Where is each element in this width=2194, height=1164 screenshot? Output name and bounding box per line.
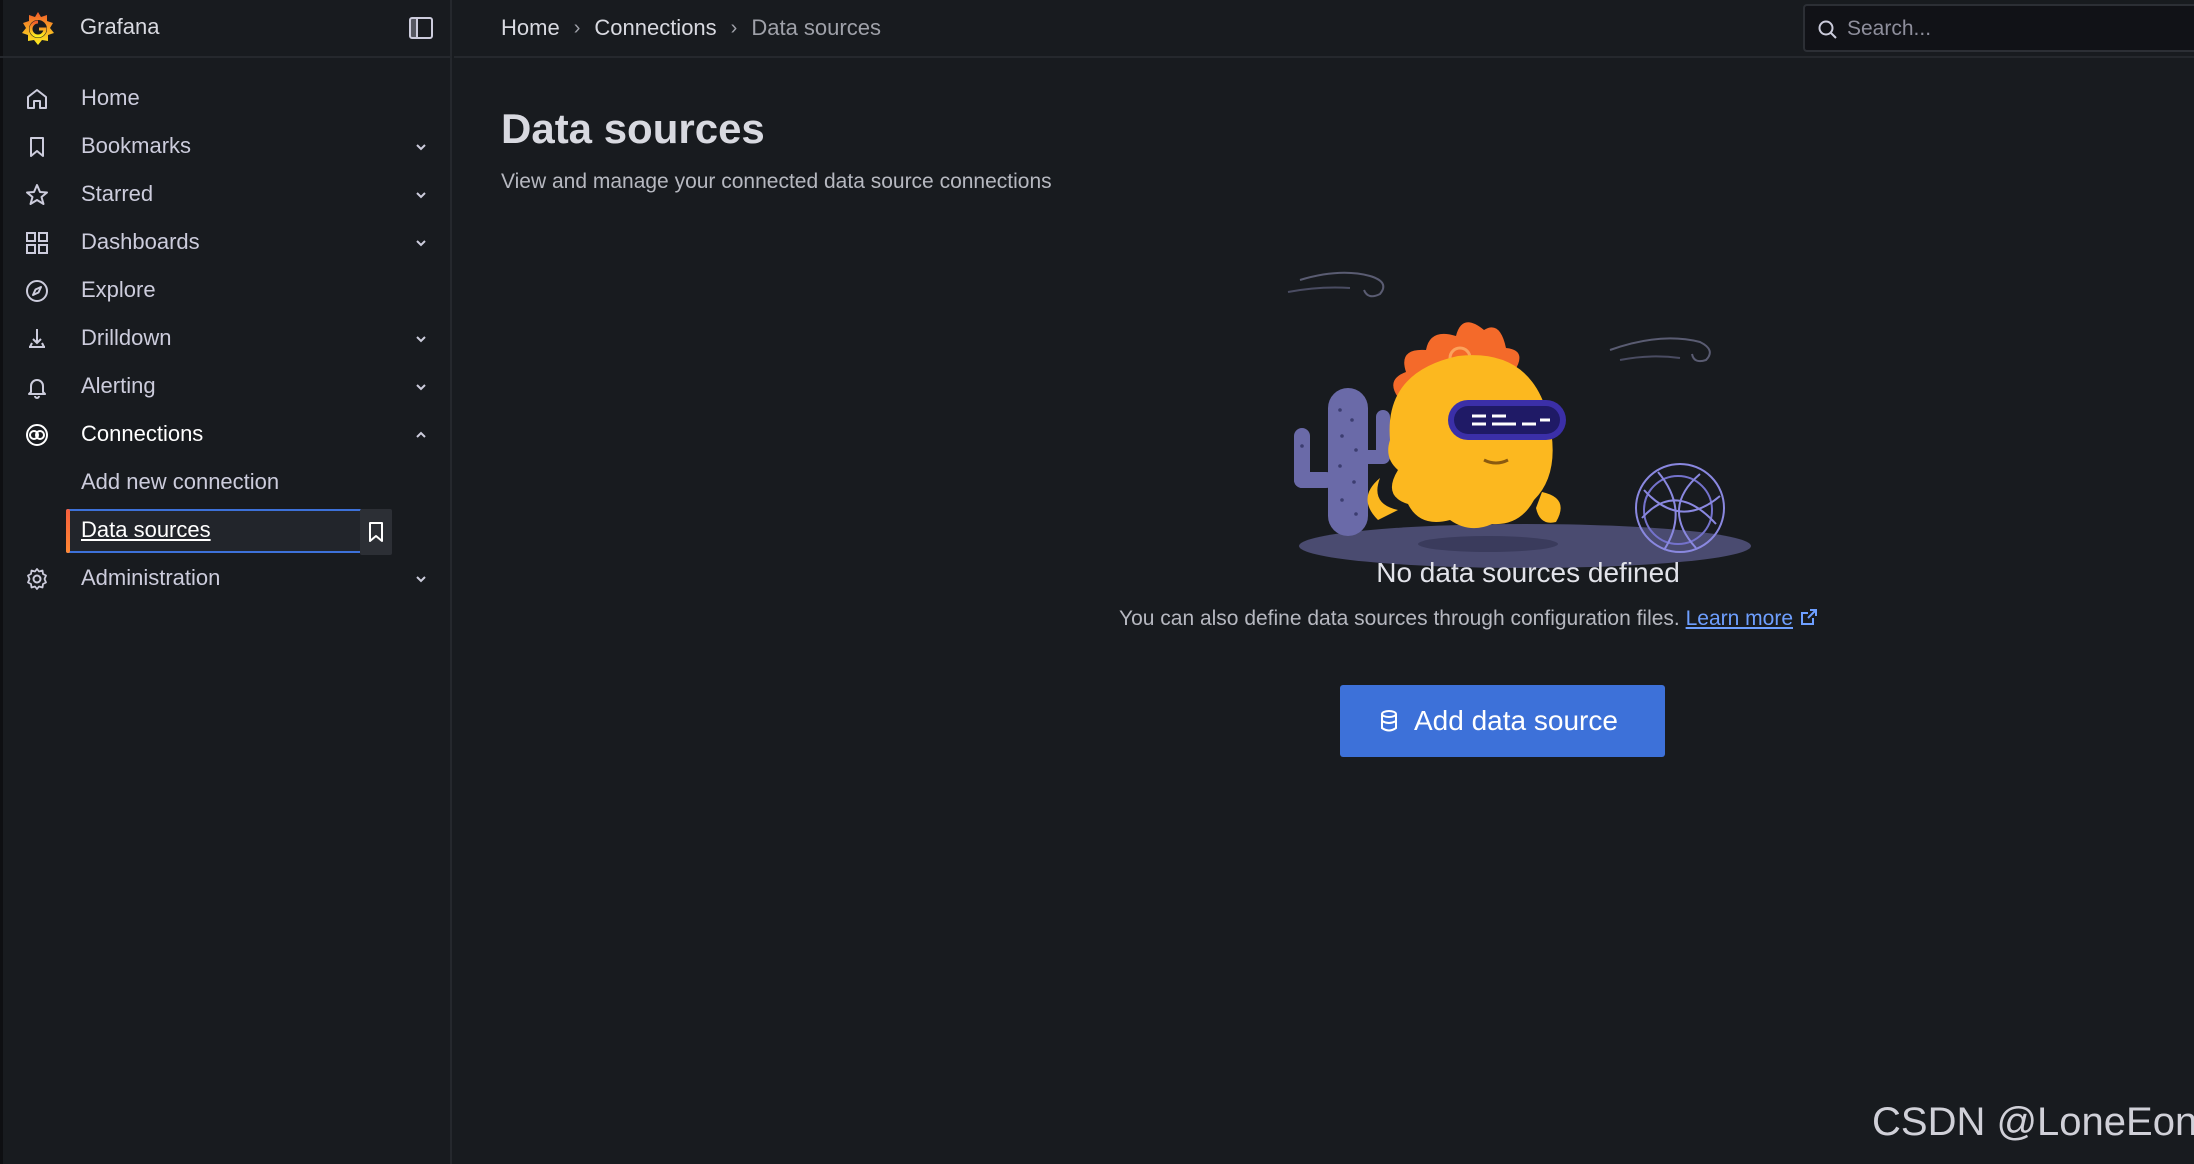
learn-more-link[interactable]: Learn more [1686, 607, 1793, 630]
sidebar-item-alerting[interactable]: Alerting [0, 362, 452, 410]
breadcrumb-data-sources: Data sources [751, 15, 881, 40]
search-placeholder: Search... [1847, 17, 1932, 40]
watermark: CSDN @LoneEon [1872, 1100, 2194, 1144]
breadcrumb: Home › Connections › Data sources [501, 15, 881, 41]
compass-icon [26, 280, 48, 302]
breadcrumb-separator-icon: › [730, 16, 738, 39]
breadcrumb-connections[interactable]: Connections [594, 15, 716, 41]
grafana-app: Grafana Home Bookmarks Starred Dashboard… [0, 0, 2194, 1164]
sidebar-item-administration[interactable]: Administration [0, 554, 452, 602]
page-title: Data sources [501, 105, 765, 152]
star-icon [26, 184, 48, 205]
search-input[interactable]: Search... [1803, 4, 2194, 52]
bookmark-icon [30, 137, 44, 157]
drilldown-icon [29, 329, 45, 348]
breadcrumb-home[interactable]: Home [501, 15, 560, 41]
breadcrumb-separator-icon: › [573, 16, 581, 39]
empty-state-description-text: You can also define data sources through… [1119, 607, 1680, 630]
cog-icon [27, 568, 47, 590]
chevron-down-icon[interactable] [412, 234, 430, 252]
chevron-down-icon[interactable] [412, 330, 430, 348]
sidebar-subitem-label: Add new connection [81, 469, 280, 494]
sidebar-item-label: Administration [81, 565, 221, 590]
dock-menu-icon[interactable] [408, 14, 434, 42]
bell-icon [28, 379, 46, 399]
home-icon [27, 89, 47, 109]
sidebar-item-label: Dashboards [81, 229, 200, 254]
top-bar: Home › Connections › Data sources Search… [454, 0, 2194, 58]
database-icon [1381, 710, 1397, 732]
sidebar-item-label: Starred [81, 181, 154, 206]
sidebar-item-label: Explore [81, 277, 156, 302]
app-name: Grafana [80, 14, 160, 39]
sidebar-item-explore[interactable]: Explore [0, 266, 452, 314]
sidebar-item-drilldown[interactable]: Drilldown [0, 314, 452, 362]
sidebar-item-dashboards[interactable]: Dashboards [0, 218, 452, 266]
sidebar-item-label: Connections [81, 421, 204, 446]
grafana-logo-icon[interactable] [18, 9, 58, 49]
main-content: Data sources View and manage your connec… [454, 60, 2194, 1164]
chevron-down-icon[interactable] [412, 570, 430, 588]
bookmark-page-button[interactable] [360, 509, 392, 555]
sidebar: Grafana Home Bookmarks Starred Dashboard… [0, 0, 452, 1164]
sidebar-subitem-data-sources[interactable]: Data sources [0, 506, 452, 555]
sidebar-item-label: Drilldown [81, 325, 172, 350]
chevron-up-icon[interactable] [412, 426, 430, 444]
add-data-source-button[interactable]: Add data source [1340, 685, 1665, 757]
page-subtitle: View and manage your connected data sour… [501, 170, 1052, 193]
empty-state-illustration [1287, 271, 1751, 568]
sidebar-item-label: Alerting [81, 373, 156, 398]
sidebar-item-label: Home [81, 85, 140, 110]
connections-icon [26, 424, 48, 446]
chevron-down-icon[interactable] [412, 378, 430, 396]
empty-state-description: You can also define data sources through… [1119, 607, 1819, 631]
sidebar-nav: Home Bookmarks Starred Dashboards Explor… [0, 74, 452, 602]
sidebar-item-label: Bookmarks [81, 133, 192, 158]
sidebar-item-bookmarks[interactable]: Bookmarks [0, 122, 452, 170]
apps-icon [26, 232, 48, 254]
external-link-icon[interactable] [1799, 607, 1819, 627]
sidebar-item-home[interactable]: Home [0, 74, 452, 122]
sidebar-subitem-add-new-connection[interactable]: Add new connection [0, 458, 452, 506]
sidebar-header: Grafana [0, 0, 452, 58]
sidebar-item-connections[interactable]: Connections [0, 410, 452, 458]
chevron-down-icon[interactable] [412, 138, 430, 156]
empty-state-title: No data sources defined [1376, 557, 1680, 588]
add-data-source-label: Add data source [1414, 705, 1618, 736]
bookmark-icon [369, 522, 383, 542]
search-icon [1818, 20, 1837, 39]
sidebar-item-starred[interactable]: Starred [0, 170, 452, 218]
sidebar-subitem-label: Data sources [81, 517, 211, 542]
chevron-down-icon[interactable] [412, 186, 430, 204]
